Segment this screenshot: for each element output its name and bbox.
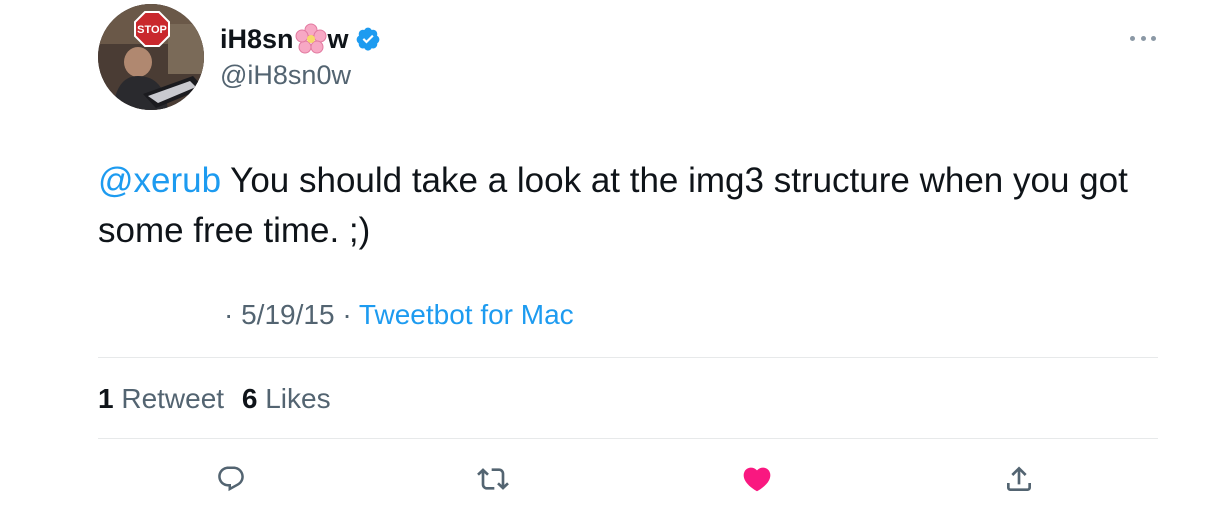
tweet-body: You should take a look at the img3 struc… <box>98 161 1128 250</box>
display-name-prefix: iH8sn <box>220 24 294 54</box>
share-icon <box>1007 466 1031 491</box>
retweets-stat[interactable]: 1 Retweet <box>98 383 224 414</box>
dot-icon <box>1130 35 1135 41</box>
tweet-date[interactable]: 5/19/15 <box>241 299 334 330</box>
meta-separator: · <box>224 299 234 330</box>
reply-icon <box>218 466 244 492</box>
likes-stat[interactable]: 6 Likes <box>242 383 331 414</box>
avatar[interactable]: STOP <box>98 4 204 110</box>
like-button[interactable] <box>740 462 774 496</box>
user-handle[interactable]: @iH8sn0w <box>220 58 351 92</box>
tweet-stats: 1 Retweet 6 Likes <box>98 380 341 418</box>
tweet-meta: · 5/19/15 · Tweetbot for Mac <box>224 296 574 334</box>
dot-icon <box>1140 35 1146 41</box>
meta-separator: · <box>342 299 352 330</box>
mention-link[interactable]: @xerub <box>98 161 221 200</box>
dot-icon <box>1151 35 1156 41</box>
tweet-text: @xerub You should take a look at the img… <box>98 156 1158 256</box>
reply-button[interactable] <box>214 462 248 496</box>
divider <box>98 438 1158 439</box>
stop-sign-text: STOP <box>137 24 167 36</box>
heart-icon <box>743 467 771 492</box>
divider <box>98 357 1158 358</box>
share-button[interactable] <box>1002 462 1036 496</box>
retweet-button[interactable] <box>476 462 510 496</box>
more-options-icon[interactable] <box>1130 28 1156 48</box>
retweets-label: Retweet <box>121 383 225 414</box>
verified-badge-icon <box>355 26 381 52</box>
avatar-photo: STOP <box>98 4 204 110</box>
tweet-card: STOP iH8sn w @iH8sn0w @xerub You should … <box>0 0 1231 518</box>
likes-label: Likes <box>265 383 331 414</box>
retweets-count: 1 <box>98 383 114 414</box>
cherry-blossom-icon <box>295 23 327 55</box>
display-name[interactable]: iH8sn w <box>220 22 381 56</box>
tweet-source-link[interactable]: Tweetbot for Mac <box>359 299 574 330</box>
likes-count: 6 <box>241 383 258 414</box>
display-name-suffix: w <box>327 24 349 54</box>
retweet-icon <box>477 468 509 490</box>
